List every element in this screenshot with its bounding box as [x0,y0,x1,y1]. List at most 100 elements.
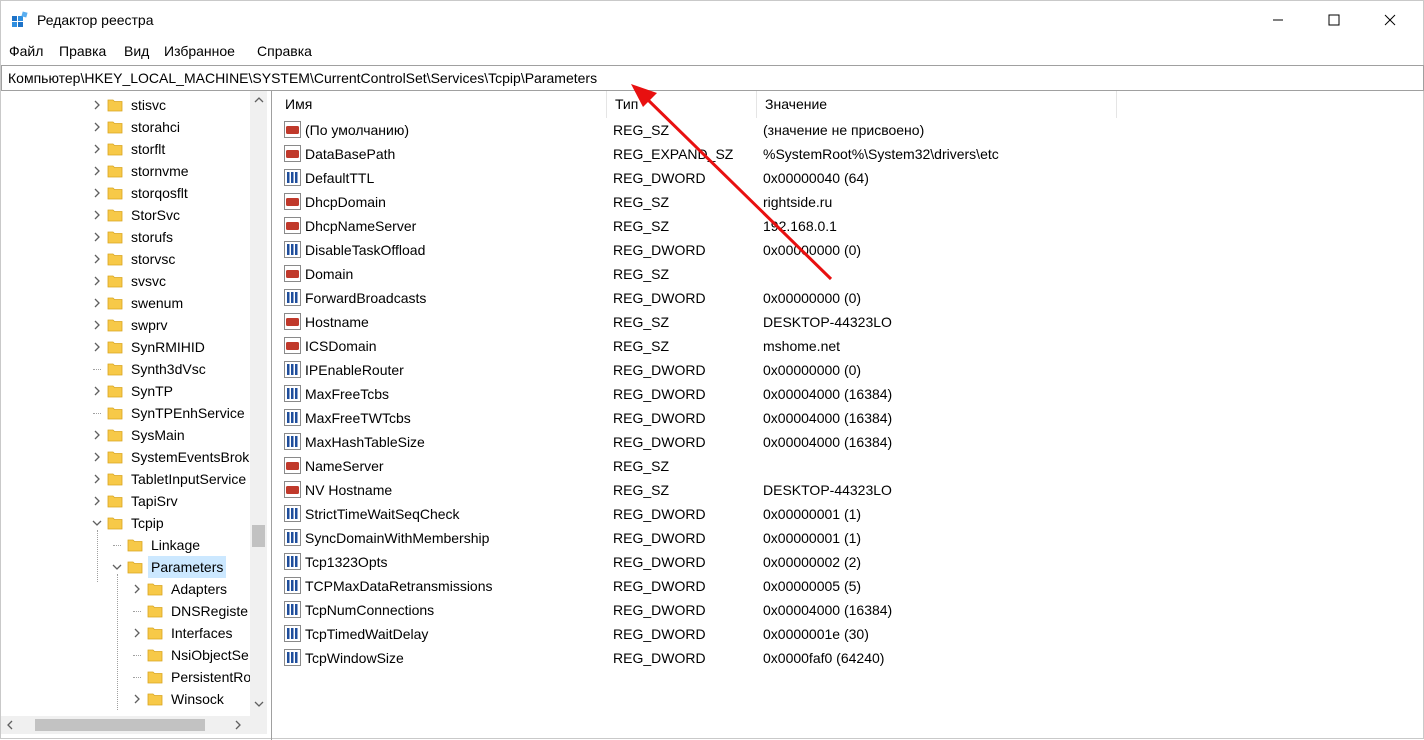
tree-expand-toggle[interactable] [91,490,103,512]
tree-expand-toggle[interactable] [91,138,103,160]
tree-horizontal-scroll-thumb[interactable] [35,719,205,731]
tree-item-tcpip[interactable]: Tcpip [1,512,250,534]
tree-expand-toggle[interactable] [131,578,143,600]
tree-item-syntpenhservice[interactable]: SynTPEnhService [1,402,250,424]
value-row[interactable]: DhcpDomain REG_SZ rightside.ru [277,190,1424,214]
tree-expand-toggle[interactable] [91,160,103,182]
tree-expand-toggle[interactable] [91,116,103,138]
tree-item-tabletinputservice[interactable]: TabletInputService [1,468,250,490]
tree-item-interfaces[interactable]: Interfaces [1,622,250,644]
value-row[interactable]: MaxFreeTWTcbs REG_DWORD 0x00004000 (16384) [277,406,1424,430]
tree-item-storufs[interactable]: storufs [1,226,250,248]
tree-item-winsock[interactable]: Winsock [1,688,250,710]
column-header-type[interactable]: Тип [607,91,757,118]
tree-expand-toggle[interactable] [91,380,103,402]
tree-item-tapisrv[interactable]: TapiSrv [1,490,250,512]
tree-item-svsvc[interactable]: svsvc [1,270,250,292]
tree-item-persistentro[interactable]: PersistentRo [1,666,251,688]
value-row[interactable]: Hostname REG_SZ DESKTOP-44323LO [277,310,1424,334]
tree-item-systemeventsbrok[interactable]: SystemEventsBrok [1,446,250,468]
value-row[interactable]: TCPMaxDataRetransmissions REG_DWORD 0x0000… [277,574,1424,598]
column-header-value[interactable]: Значение [757,91,1117,118]
value-row[interactable]: MaxHashTableSize REG_DWORD 0x00004000 (163… [277,430,1424,454]
menu-help[interactable]: Справка [257,43,312,59]
menu-view[interactable]: Вид [124,43,149,59]
menu-file[interactable]: Файл [9,43,43,59]
tree-item-synth3dvsc[interactable]: Synth3dVsc [1,358,250,380]
value-row[interactable]: TcpWindowSize REG_DWORD 0x0000faf0 (64240) [277,646,1424,670]
tree-item-storqosflt[interactable]: storqosflt [1,182,250,204]
tree-item-storflt[interactable]: storflt [1,138,250,160]
scroll-down-button[interactable] [250,695,267,712]
maximize-button[interactable] [1311,1,1357,39]
tree-expand-toggle[interactable] [91,446,103,468]
tree-item-stornvme[interactable]: stornvme [1,160,250,182]
value-row[interactable]: IPEnableRouter REG_DWORD 0x00000000 (0) [277,358,1424,382]
tree-item-storahci[interactable]: storahci [1,116,250,138]
tree-item-linkage[interactable]: Linkage [1,534,250,556]
column-header-name[interactable]: Имя [277,91,607,118]
tree-item-swenum[interactable]: swenum [1,292,250,314]
tree-expand-toggle[interactable] [91,336,103,358]
menu-edit[interactable]: Правка [59,43,106,59]
scroll-left-button[interactable] [1,716,18,733]
value-row[interactable]: DhcpNameServer REG_SZ 192.168.0.1 [277,214,1424,238]
string-value-icon [284,145,301,162]
value-row[interactable]: DisableTaskOffload REG_DWORD 0x00000000 (0… [277,238,1424,262]
tree-expand-toggle[interactable] [91,424,103,446]
tree-item-syntp[interactable]: SynTP [1,380,250,402]
tree-expand-toggle[interactable] [91,226,103,248]
value-row[interactable]: TcpTimedWaitDelay REG_DWORD 0x0000001e (30… [277,622,1424,646]
value-row[interactable]: ForwardBroadcasts REG_DWORD 0x00000000 (0) [277,286,1424,310]
value-row[interactable]: SyncDomainWithMembership REG_DWORD 0x00000… [277,526,1424,550]
value-type: REG_DWORD [613,290,706,306]
tree-expand-toggle[interactable] [91,468,103,490]
scroll-right-button[interactable] [229,716,246,733]
close-button[interactable] [1367,1,1413,39]
value-row[interactable]: (По умолчанию) REG_SZ (значение не присвое… [277,118,1424,142]
value-data: 0x00000001 (1) [763,530,862,546]
value-data: rightside.ru [763,194,833,210]
tree-item-dnsregiste[interactable]: DNSRegiste [1,600,250,622]
value-type: REG_SZ [613,122,670,138]
chevron-right-icon [235,720,241,729]
tree-expand-toggle[interactable] [91,94,103,116]
minimize-button[interactable] [1255,1,1301,39]
tree-expand-toggle[interactable] [131,622,143,644]
value-row[interactable]: MaxFreeTcbs REG_DWORD 0x00004000 (16384) [277,382,1424,406]
tree-expand-toggle[interactable] [91,292,103,314]
value-row[interactable]: NameServer REG_SZ [277,454,1424,478]
value-row[interactable]: DataBasePath REG_EXPAND_SZ %SystemRoot%\Sy… [277,142,1424,166]
tree-expand-toggle[interactable] [91,248,103,270]
tree-item-storvsc[interactable]: storvsc [1,248,250,270]
value-row[interactable]: NV Hostname REG_SZ DESKTOP-44323LO [277,478,1424,502]
tree-item-stisvc[interactable]: stisvc [1,94,250,116]
value-row[interactable]: ICSDomain REG_SZ mshome.net [277,334,1424,358]
value-row[interactable]: TcpNumConnections REG_DWORD 0x00004000 (16… [277,598,1424,622]
tree-item-adapters[interactable]: Adapters [1,578,250,600]
tree-expand-toggle[interactable] [91,314,103,336]
tree-expand-toggle[interactable] [91,182,103,204]
tree-item-parameters[interactable]: Parameters [1,556,250,578]
tree-item-swprv[interactable]: swprv [1,314,250,336]
tree-item-synrmihid[interactable]: SynRMIHID [1,336,250,358]
folder-icon [127,539,143,552]
tree-vertical-scroll-thumb[interactable] [252,525,265,547]
tree-item-nsiobjectse[interactable]: NsiObjectSe [1,644,250,666]
tree-guide-line [133,655,141,656]
tree-expand-toggle[interactable] [131,688,143,710]
tree-vertical-scrollbar[interactable] [250,91,267,716]
tree-item-sysmain[interactable]: SysMain [1,424,250,446]
value-row[interactable]: StrictTimeWaitSeqCheck REG_DWORD 0x0000000… [277,502,1424,526]
value-type: REG_SZ [613,314,670,330]
value-row[interactable]: Tcp1323Opts REG_DWORD 0x00000002 (2) [277,550,1424,574]
tree-item-storsvc[interactable]: StorSvc [1,204,250,226]
tree-expand-toggle[interactable] [91,270,103,292]
scroll-up-button[interactable] [250,91,267,108]
tree-horizontal-scrollbar[interactable] [1,716,267,734]
address-bar[interactable]: Компьютер\HKEY_LOCAL_MACHINE\SYSTEM\Curr… [1,65,1424,91]
menu-favorites[interactable]: Избранное [164,43,235,59]
tree-expand-toggle[interactable] [91,204,103,226]
value-row[interactable]: Domain REG_SZ [277,262,1424,286]
value-row[interactable]: DefaultTTL REG_DWORD 0x00000040 (64) [277,166,1424,190]
